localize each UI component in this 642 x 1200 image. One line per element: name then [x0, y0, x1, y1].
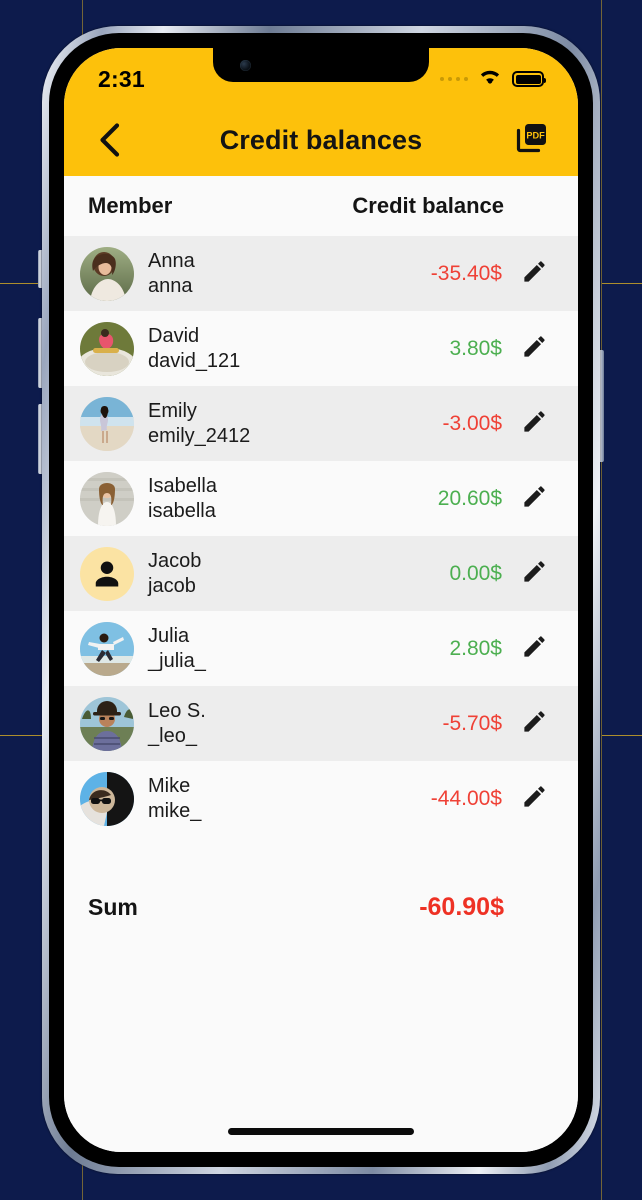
- member-names: Julia _julia_: [148, 624, 449, 673]
- edit-balance-button[interactable]: [512, 708, 556, 740]
- member-name: Isabella: [148, 475, 217, 498]
- member-username: jacob: [148, 574, 196, 597]
- avatar: [80, 621, 134, 676]
- avatar: [80, 321, 134, 376]
- background-line-right-upper: [602, 283, 642, 284]
- pencil-icon: [521, 333, 548, 365]
- pdf-export-icon: PDF: [515, 121, 549, 160]
- back-button[interactable]: [90, 120, 130, 160]
- table-rows: Anna anna -35.40$ David david_121 3.80$ Emily e…: [64, 236, 578, 836]
- table-row[interactable]: Jacob jacob 0.00$: [64, 536, 578, 611]
- phone-screen: 2:31 Credit balances PDF Member Credit b…: [64, 48, 578, 1152]
- credit-balance-value: 3.80$: [449, 336, 502, 360]
- phone-frame: 2:31 Credit balances PDF Member Credit b…: [42, 26, 600, 1174]
- edit-balance-button[interactable]: [512, 333, 556, 365]
- pencil-icon: [521, 783, 548, 815]
- sum-row: Sum -60.90$: [64, 868, 578, 946]
- member-username: _julia_: [148, 649, 206, 672]
- status-bar-indicators: [439, 67, 546, 91]
- member-username: david_121: [148, 349, 241, 372]
- table-row[interactable]: Isabella isabella 20.60$: [64, 461, 578, 536]
- avatar: [80, 696, 134, 751]
- pencil-icon: [521, 558, 548, 590]
- credit-balance-value: -44.00$: [430, 786, 502, 810]
- member-name: Julia: [148, 625, 190, 648]
- member-username: _leo_: [148, 724, 197, 747]
- credit-balance-value: -35.40$: [430, 261, 502, 285]
- chevron-left-icon: [99, 123, 121, 157]
- front-camera-icon: [240, 60, 251, 71]
- member-name: Emily: [148, 400, 197, 423]
- status-bar-clock: 2:31: [98, 65, 145, 92]
- edit-balance-button[interactable]: [512, 558, 556, 590]
- battery-icon: [512, 71, 546, 87]
- member-names: Anna anna: [148, 249, 431, 298]
- member-name: David: [148, 325, 200, 348]
- table-row[interactable]: Anna anna -35.40$: [64, 236, 578, 311]
- table-row[interactable]: Mike mike_ -44.00$: [64, 761, 578, 836]
- credit-balance-value: 0.00$: [449, 561, 502, 585]
- edit-balance-button[interactable]: [512, 408, 556, 440]
- table-header: Member Credit balance: [64, 176, 578, 236]
- member-names: David david_121: [148, 324, 449, 373]
- page-title: Credit balances: [219, 124, 423, 155]
- table-row[interactable]: Emily emily_2412 -3.00$: [64, 386, 578, 461]
- pencil-icon: [521, 633, 548, 665]
- edit-balance-button[interactable]: [512, 483, 556, 515]
- avatar-placeholder-icon: [80, 546, 134, 601]
- avatar: [80, 396, 134, 451]
- credit-balances-list: Member Credit balance Anna anna -35.40$ Dav…: [64, 176, 578, 1152]
- phone-bezel: 2:31 Credit balances PDF Member Credit b…: [49, 33, 593, 1167]
- sum-label: Sum: [88, 893, 138, 920]
- pencil-icon: [521, 258, 548, 290]
- avatar: [80, 771, 134, 826]
- member-names: Isabella isabella: [148, 474, 438, 523]
- pencil-icon: [521, 708, 548, 740]
- pencil-icon: [521, 483, 548, 515]
- svg-text:PDF: PDF: [526, 130, 545, 140]
- column-header-member: Member: [88, 193, 173, 218]
- table-row[interactable]: Julia _julia_ 2.80$: [64, 611, 578, 686]
- pencil-icon: [521, 408, 548, 440]
- wifi-icon: [477, 67, 503, 91]
- edit-balance-button[interactable]: [512, 633, 556, 665]
- background-vertical-line-right: [601, 0, 602, 1200]
- notch: [213, 48, 429, 82]
- sum-value: -60.90$: [419, 892, 504, 921]
- member-names: Emily emily_2412: [148, 399, 442, 448]
- avatar: [80, 471, 134, 526]
- credit-balance-value: 2.80$: [449, 636, 502, 660]
- table-row[interactable]: Leo S. _leo_ -5.70$: [64, 686, 578, 761]
- background-line-right-lower: [602, 735, 642, 736]
- member-username: emily_2412: [148, 424, 251, 447]
- member-username: isabella: [148, 499, 216, 522]
- member-name: Anna: [148, 250, 195, 273]
- column-header-balance: Credit balance: [352, 193, 504, 218]
- member-name: Jacob: [148, 550, 202, 573]
- edit-balance-button[interactable]: [512, 783, 556, 815]
- member-username: mike_: [148, 799, 202, 822]
- signal-dots-icon: [439, 76, 468, 82]
- pdf-export-button[interactable]: PDF: [512, 120, 552, 160]
- credit-balance-value: -5.70$: [442, 711, 502, 735]
- credit-balance-value: 20.60$: [437, 486, 502, 510]
- edit-balance-button[interactable]: [512, 258, 556, 290]
- member-name: Leo S.: [148, 700, 206, 723]
- member-name: Mike: [148, 775, 191, 798]
- member-names: Leo S. _leo_: [148, 699, 442, 748]
- avatar: [80, 246, 134, 301]
- member-names: Jacob jacob: [148, 549, 449, 598]
- credit-balance-value: -3.00$: [442, 411, 502, 435]
- table-row[interactable]: David david_121 3.80$: [64, 311, 578, 386]
- member-names: Mike mike_: [148, 774, 431, 823]
- home-indicator[interactable]: [228, 1128, 414, 1135]
- app-bar: Credit balances PDF: [64, 104, 578, 176]
- member-username: anna: [148, 274, 193, 297]
